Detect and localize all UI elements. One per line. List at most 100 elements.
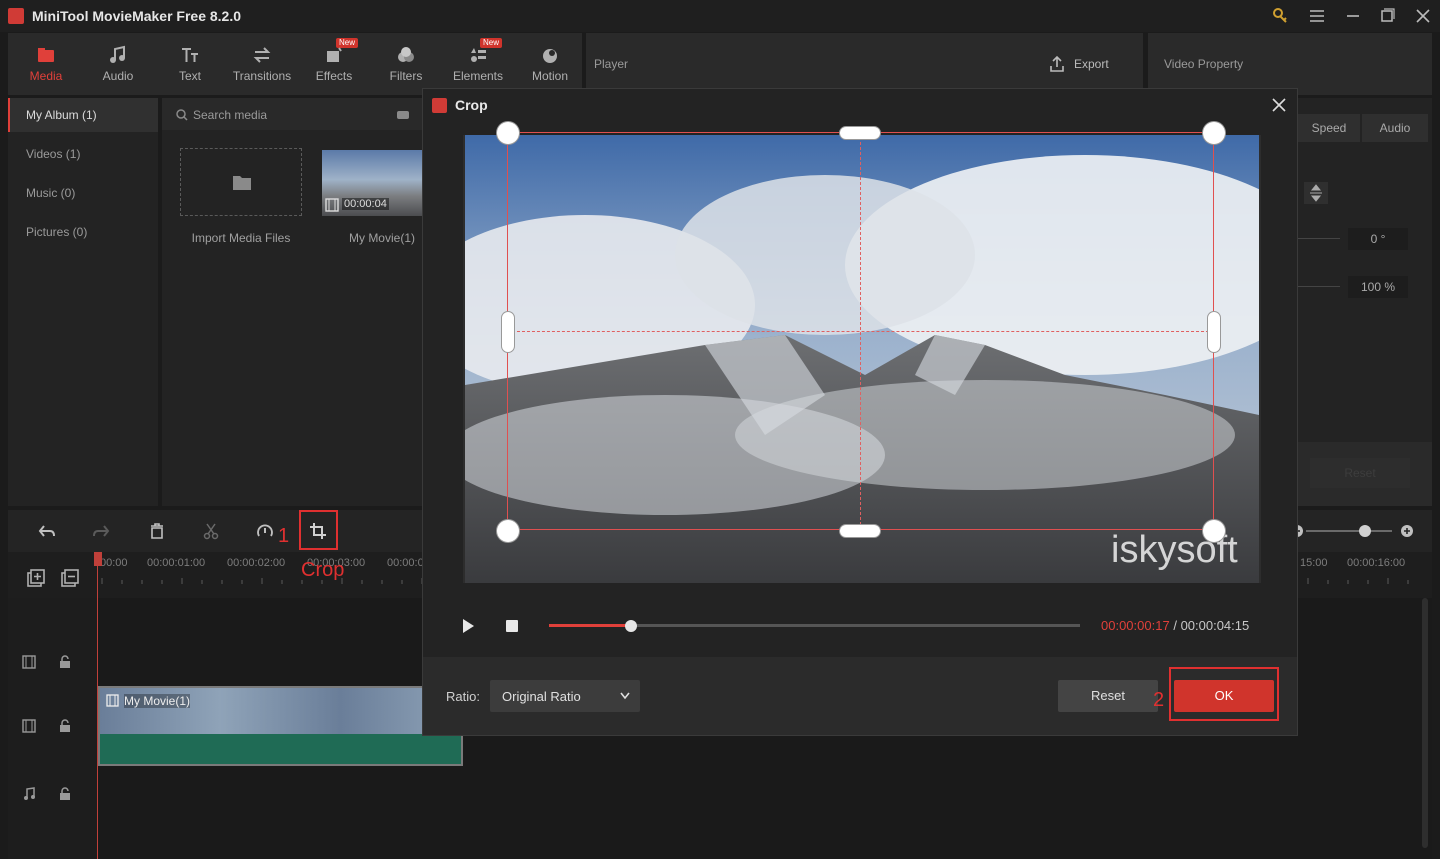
film-icon — [106, 694, 119, 707]
annotation-crop-label: Crop — [301, 559, 345, 581]
crop-handle-right[interactable] — [1208, 312, 1220, 352]
redo-icon[interactable] — [92, 522, 110, 540]
media-icon — [36, 45, 56, 65]
elements-icon — [468, 45, 488, 65]
annotation-step-1: 1 — [278, 525, 290, 547]
tab-audio[interactable]: Audio — [82, 33, 154, 95]
lock-icon[interactable] — [59, 719, 71, 733]
video-track-icon — [22, 655, 36, 669]
reset-button[interactable]: Reset — [1058, 680, 1158, 712]
annotation-step-2: 2 — [1153, 689, 1165, 711]
view-toggle-icon[interactable] — [396, 109, 410, 121]
crop-handle-top-left[interactable] — [497, 122, 519, 144]
tab-media[interactable]: Media — [10, 33, 82, 95]
crop-handle-top-right[interactable] — [1203, 122, 1225, 144]
album-item-music[interactable]: Music (0) — [8, 176, 158, 210]
crop-dialog: Crop iskysoft 00:00:00:17 / 00:00:04:15 … — [422, 88, 1298, 736]
rotation-value[interactable]: 0 ° — [1348, 228, 1408, 250]
time-separator: / — [1173, 618, 1177, 633]
property-reset-button[interactable]: Reset — [1310, 458, 1410, 488]
zoom-slider-thumb[interactable] — [1359, 525, 1371, 537]
key-icon[interactable] — [1270, 6, 1292, 26]
video-property-title: Video Property — [1164, 57, 1244, 71]
title-bar: MiniTool MovieMaker Free 8.2.0 — [0, 0, 1440, 32]
scissors-icon[interactable] — [202, 522, 220, 540]
motion-icon — [540, 45, 560, 65]
minimize-icon[interactable] — [1342, 6, 1364, 26]
add-track-icon[interactable] — [26, 568, 46, 588]
video-property-header: Video Property — [1148, 33, 1432, 95]
clip-name: My Movie(1) — [124, 694, 191, 708]
ruler-label: 15:00 — [1300, 557, 1328, 569]
dialog-title-bar: Crop — [423, 89, 1297, 121]
play-icon[interactable] — [461, 618, 475, 634]
import-media-button[interactable] — [180, 148, 302, 216]
tab-text[interactable]: Text — [154, 33, 226, 95]
export-button[interactable]: Export — [1048, 53, 1128, 75]
tab-audio-label: Audio — [102, 69, 134, 83]
menu-icon[interactable] — [1306, 6, 1328, 26]
playhead[interactable] — [97, 552, 98, 859]
ruler-label: 00:00 — [100, 557, 128, 569]
tab-media-label: Media — [29, 69, 63, 83]
tab-effects[interactable]: New Effects — [298, 33, 370, 95]
delete-icon[interactable] — [148, 522, 166, 540]
playback-progress-fill — [549, 624, 632, 627]
lock-icon[interactable] — [59, 787, 71, 801]
search-input[interactable]: Search media — [193, 108, 267, 122]
album-sidebar: My Album (1) Videos (1) Music (0) Pictur… — [8, 98, 158, 506]
zoom-slider[interactable] — [1306, 530, 1392, 532]
album-item-videos[interactable]: Videos (1) — [8, 137, 158, 171]
tab-motion[interactable]: Motion — [514, 33, 586, 95]
remove-track-icon[interactable] — [60, 568, 80, 588]
crop-handle-top[interactable] — [840, 127, 880, 139]
timeline-clip[interactable]: My Movie(1) — [98, 686, 463, 766]
film-icon — [325, 198, 339, 212]
crop-handle-bottom-right[interactable] — [1203, 520, 1225, 542]
import-media-label: Import Media Files — [191, 231, 291, 245]
undo-icon[interactable] — [38, 522, 56, 540]
ruler-label: 00:00:0 — [387, 557, 424, 569]
audio-icon — [108, 45, 128, 65]
scale-value[interactable]: 100 % — [1348, 276, 1408, 298]
lock-icon[interactable] — [59, 655, 71, 669]
app-logo-icon — [432, 98, 447, 113]
ratio-select[interactable]: Original Ratio — [490, 680, 640, 712]
dialog-title: Crop — [455, 97, 488, 113]
export-label: Export — [1074, 57, 1109, 71]
clip-audio-waveform — [100, 734, 461, 764]
tab-filters[interactable]: Filters — [370, 33, 442, 95]
ruler-label: 00:00:16:00 — [1347, 557, 1406, 569]
crop-handle-bottom[interactable] — [840, 525, 880, 537]
speed-icon[interactable] — [256, 522, 274, 540]
dialog-footer: Ratio: Original Ratio Reset OK — [423, 657, 1297, 735]
rotation-slider[interactable] — [1298, 238, 1340, 239]
tab-transitions[interactable]: Transitions — [226, 33, 298, 95]
maximize-icon[interactable] — [1376, 6, 1398, 26]
tab-elements[interactable]: New Elements — [442, 33, 514, 95]
current-time: 00:00:00:17 — [1101, 618, 1170, 633]
timeline-scrollbar[interactable] — [1422, 598, 1428, 848]
close-icon[interactable] — [1271, 97, 1287, 113]
ruler-label: 00:00:02:00 — [227, 557, 286, 569]
tab-motion-label: Motion — [531, 69, 569, 83]
chevron-down-icon — [620, 692, 630, 700]
album-item-my-album[interactable]: My Album (1) — [8, 98, 158, 132]
crop-handle-left[interactable] — [502, 312, 514, 352]
scale-slider[interactable] — [1298, 286, 1340, 287]
stop-icon[interactable] — [505, 619, 519, 633]
album-item-pictures[interactable]: Pictures (0) — [8, 215, 158, 249]
time-display: 00:00:00:17 / 00:00:04:15 — [1101, 618, 1249, 633]
flip-vertical-icon[interactable] — [1304, 182, 1328, 204]
playback-progress-thumb[interactable] — [625, 620, 638, 632]
playhead-handle[interactable] — [94, 552, 102, 566]
tab-speed[interactable]: Speed — [1298, 114, 1360, 142]
close-icon[interactable] — [1412, 6, 1434, 26]
zoom-in-icon[interactable] — [1400, 524, 1414, 538]
crop-handle-bottom-left[interactable] — [497, 520, 519, 542]
filters-icon — [396, 45, 416, 65]
video-track-icon — [22, 719, 36, 733]
ok-button-highlight — [1169, 667, 1279, 721]
tab-audio-property[interactable]: Audio — [1362, 114, 1428, 142]
media-search-bar: Search media — [162, 98, 424, 130]
